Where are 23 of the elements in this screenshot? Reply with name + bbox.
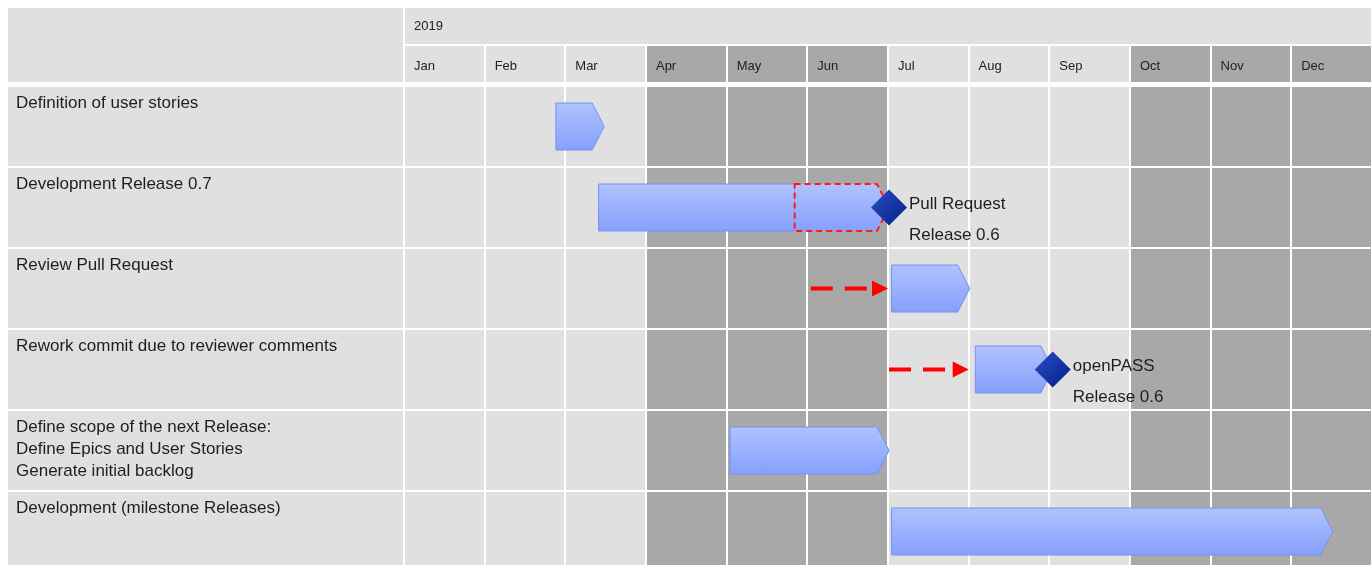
month-header: Mar (566, 46, 645, 82)
milestone-label: openPASS Release 0.6 (1072, 355, 1164, 408)
month-header: Oct (1130, 46, 1210, 82)
milestone-diamond (1034, 351, 1071, 388)
month-header: Aug (969, 46, 1049, 82)
month-header: Jul (888, 46, 968, 82)
task-label: Define scope of the next Release: Define Epics and User Stories Generate initial backlog (8, 411, 403, 490)
month-header: Apr (646, 46, 726, 82)
month-header: Feb (485, 46, 565, 82)
month-header: Sep (1050, 46, 1129, 82)
task-label: Review Pull Request (8, 249, 403, 328)
task-label: Development (milestone Releases) (8, 492, 403, 565)
month-header: Jun (808, 46, 887, 82)
month-header: Jan (405, 46, 484, 82)
month-header: Dec (1292, 46, 1371, 82)
year-header: 2019 (405, 8, 1371, 44)
milestone-label: Pull Request Release 0.6 (909, 193, 1006, 246)
milestone-diamond (871, 189, 907, 226)
month-header: Nov (1211, 46, 1291, 82)
task-label: Development Release 0.7 (8, 168, 403, 247)
month-header: May (727, 46, 807, 82)
task-label: Rework commit due to reviewer comments (8, 330, 403, 409)
task-label: Definition of user stories (8, 87, 403, 166)
